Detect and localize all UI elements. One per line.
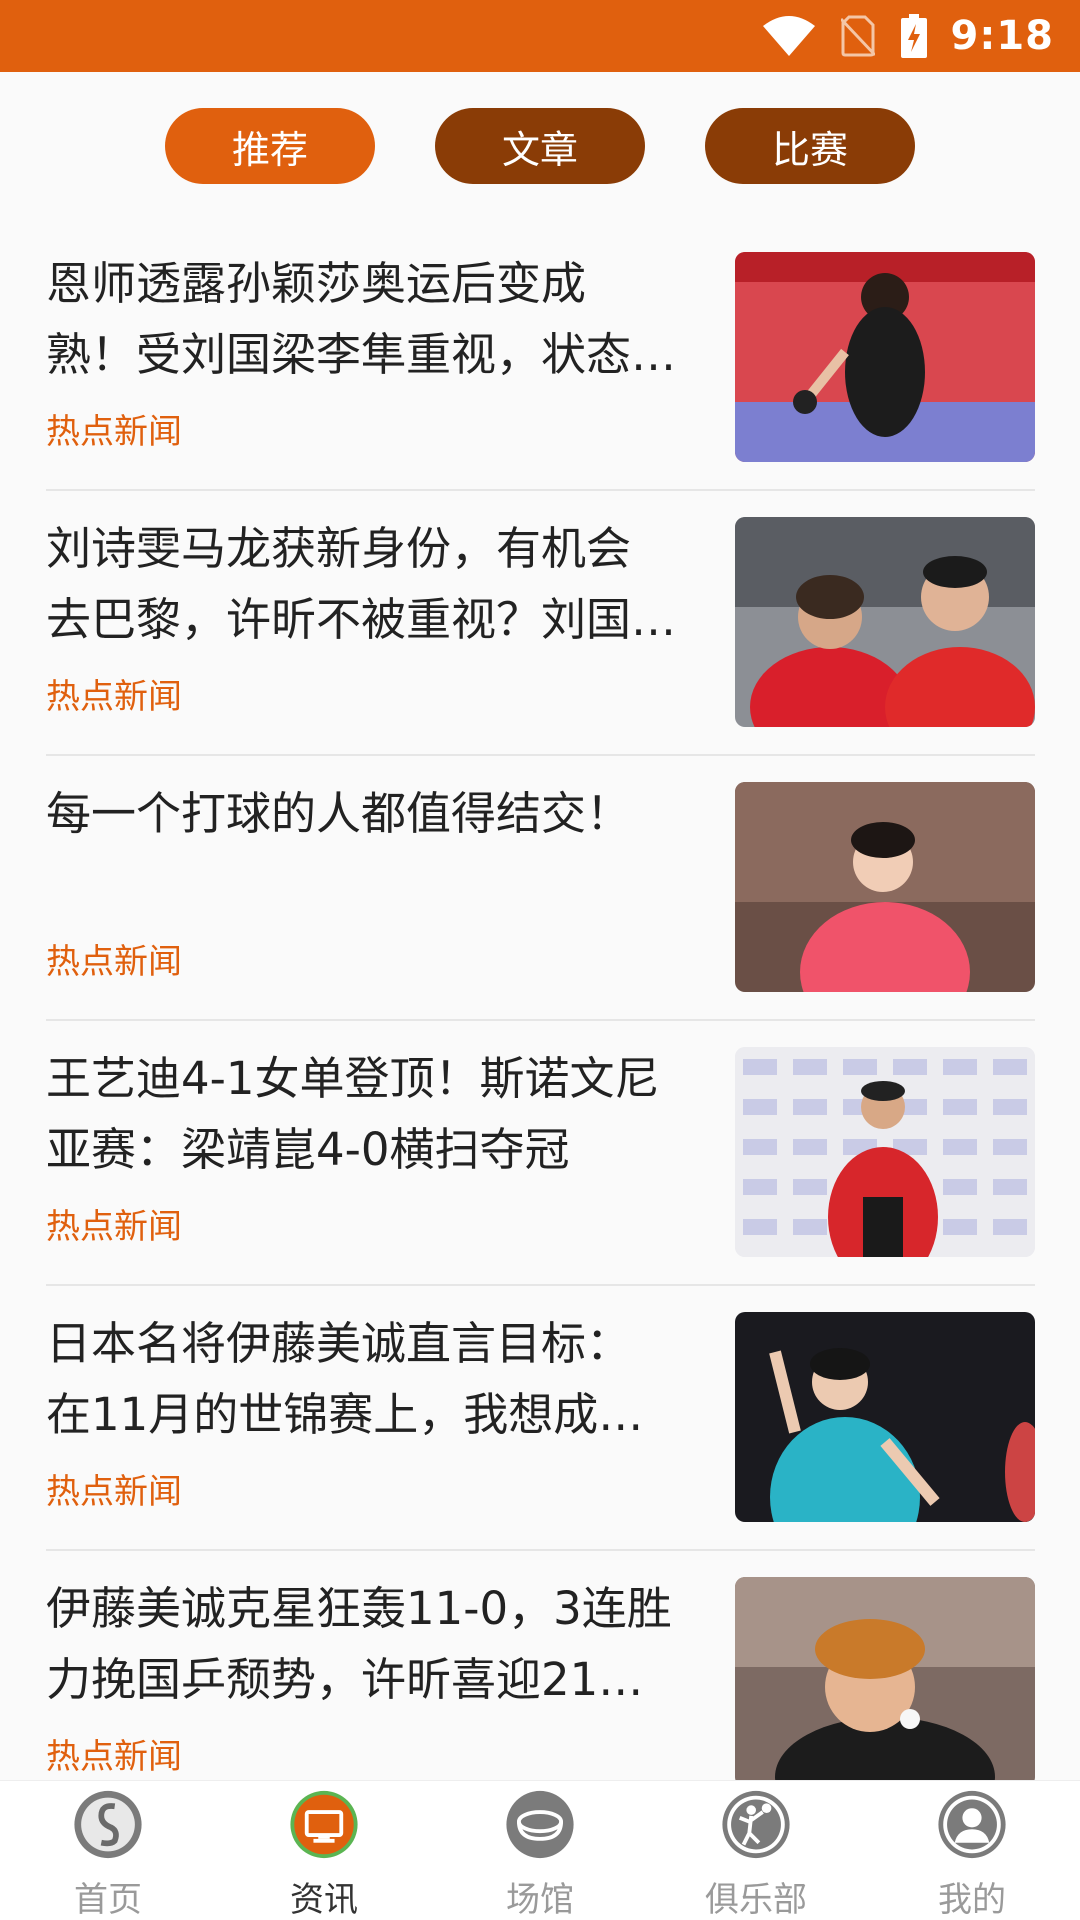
club-icon [722, 1790, 790, 1859]
tab-matches[interactable]: 比赛 [705, 108, 915, 184]
nav-venue[interactable]: 场馆 [432, 1781, 648, 1920]
news-tag: 热点新闻 [46, 942, 182, 982]
bottom-nav: 首页 资讯 场馆 俱乐部 我的 [0, 1780, 1080, 1920]
nav-club[interactable]: 俱乐部 [648, 1781, 864, 1920]
wifi-icon [762, 16, 815, 56]
venue-icon [506, 1790, 574, 1859]
home-icon [74, 1790, 142, 1859]
status-time: 9:18 [950, 13, 1054, 59]
nav-profile[interactable]: 我的 [864, 1781, 1080, 1920]
news-thumbnail [735, 782, 1035, 992]
news-icon [290, 1790, 358, 1859]
tab-recommend[interactable]: 推荐 [165, 108, 375, 184]
news-item[interactable]: 刘诗雯马龙获新身份，有机会 去巴黎，许昕不被重视？刘国… 热点新闻 [0, 491, 1080, 756]
news-thumbnail [735, 252, 1035, 462]
news-title: 伊藤美诚克星狂轰11-0，3连胜 力挽国乒颓势，许昕喜迎21… [46, 1582, 672, 1706]
news-title: 王艺迪4-1女单登顶！斯诺文尼 亚赛：梁靖崑4-0横扫夺冠 [46, 1052, 660, 1176]
nav-home[interactable]: 首页 [0, 1781, 216, 1920]
news-tag: 热点新闻 [46, 412, 182, 452]
nav-news[interactable]: 资讯 [216, 1781, 432, 1920]
news-tag: 热点新闻 [46, 1737, 182, 1777]
tab-articles[interactable]: 文章 [435, 108, 645, 184]
news-thumbnail [735, 1312, 1035, 1522]
status-bar: 9:18 [0, 0, 1080, 72]
news-title: 日本名将伊藤美诚直言目标： 在11月的世锦赛上，我想成… [46, 1317, 644, 1441]
profile-icon [938, 1790, 1006, 1859]
news-thumbnail [735, 1577, 1035, 1787]
news-item[interactable]: 日本名将伊藤美诚直言目标： 在11月的世锦赛上，我想成… 热点新闻 [0, 1286, 1080, 1551]
app-screen: 9:18 推荐 文章 比赛 恩师透露孙颖莎奥运后变成 熟！受刘国梁李隼重视，状态… [0, 0, 1080, 1920]
news-tag: 热点新闻 [46, 677, 182, 717]
news-item[interactable]: 伊藤美诚克星狂轰11-0，3连胜 力挽国乒颓势，许昕喜迎21… 热点新闻 [0, 1551, 1080, 1816]
category-tabs: 推荐 文章 比赛 [0, 108, 1080, 184]
news-title: 每一个打球的人都值得结交！ [46, 787, 632, 840]
news-thumbnail [735, 1047, 1035, 1257]
news-item[interactable]: 恩师透露孙颖莎奥运后变成 熟！受刘国梁李隼重视，状态… 热点新闻 [0, 226, 1080, 491]
news-item[interactable]: 王艺迪4-1女单登顶！斯诺文尼 亚赛：梁靖崑4-0横扫夺冠 热点新闻 [0, 1021, 1080, 1286]
news-tag: 热点新闻 [46, 1472, 182, 1512]
battery-charging-icon [900, 14, 927, 58]
news-title: 恩师透露孙颖莎奥运后变成 熟！受刘国梁李隼重视，状态… [46, 257, 677, 381]
news-tag: 热点新闻 [46, 1207, 182, 1247]
no-sim-icon [840, 15, 875, 57]
news-item[interactable]: 每一个打球的人都值得结交！ 热点新闻 [0, 756, 1080, 1021]
news-title: 刘诗雯马龙获新身份，有机会 去巴黎，许昕不被重视？刘国… [46, 522, 677, 646]
news-thumbnail [735, 517, 1035, 727]
